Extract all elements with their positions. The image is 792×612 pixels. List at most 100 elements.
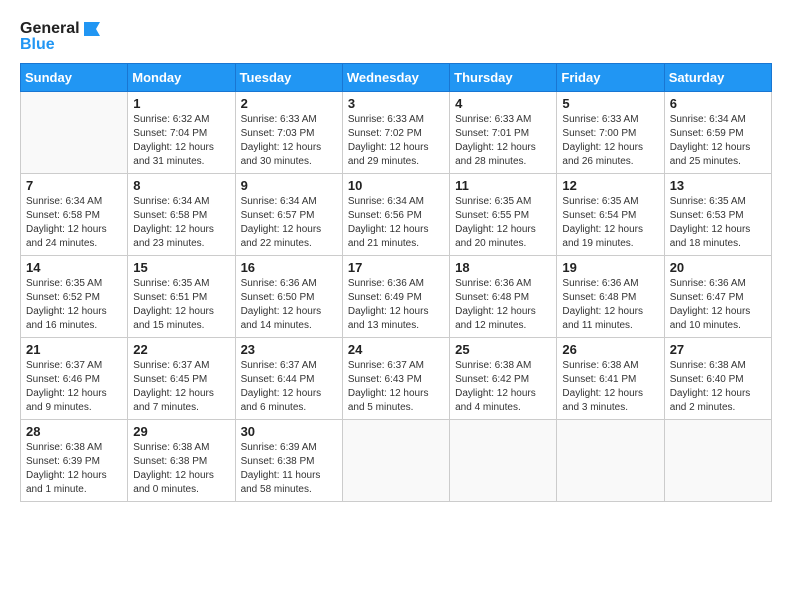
calendar-cell: 28Sunrise: 6:38 AM Sunset: 6:39 PM Dayli…: [21, 420, 128, 502]
column-header-saturday: Saturday: [664, 64, 771, 92]
logo-flag-icon: [82, 22, 100, 36]
logo-graphic: General Blue: [20, 20, 100, 53]
day-number: 1: [133, 96, 229, 111]
day-info: Sunrise: 6:37 AM Sunset: 6:46 PM Dayligh…: [26, 359, 122, 415]
day-info: Sunrise: 6:32 AM Sunset: 7:04 PM Dayligh…: [133, 113, 229, 169]
day-info: Sunrise: 6:35 AM Sunset: 6:51 PM Dayligh…: [133, 277, 229, 333]
calendar-cell: 22 Sunrise: 6:37 AM Sunset: 6:45 PM Dayli…: [128, 338, 235, 420]
day-info: Sunrise: 6:36 AM Sunset: 6:48 PM Dayligh…: [562, 277, 658, 333]
day-info: Sunrise: 6:34 AM Sunset: 6:58 PM Dayligh…: [133, 195, 229, 251]
day-info: Sunrise: 6:35 AM Sunset: 6:53 PM Dayligh…: [670, 195, 766, 251]
day-number: 9: [241, 178, 337, 193]
day-info: Sunrise: 6:36 AM Sunset: 6:50 PM Dayligh…: [241, 277, 337, 333]
day-number: 26: [562, 342, 658, 357]
calendar-cell: 13 Sunrise: 6:35 AM Sunset: 6:53 PM Dayli…: [664, 174, 771, 256]
page-header: General Blue: [20, 20, 772, 53]
calendar-cell: [21, 92, 128, 174]
day-info: Sunrise: 6:35 AM Sunset: 6:52 PM Dayligh…: [26, 277, 122, 333]
day-info: Sunrise: 6:34 AM Sunset: 6:56 PM Dayligh…: [348, 195, 444, 251]
day-number: 15: [133, 260, 229, 275]
calendar-cell: 29 Sunrise: 6:38 AM Sunset: 6:38 PM Dayli…: [128, 420, 235, 502]
day-number: 29: [133, 424, 229, 439]
day-info: Sunrise: 6:38 AM Sunset: 6:40 PM Dayligh…: [670, 359, 766, 415]
column-header-thursday: Thursday: [450, 64, 557, 92]
logo-text-blue: Blue: [20, 36, 100, 54]
day-info: Sunrise: 6:34 AM Sunset: 6:57 PM Dayligh…: [241, 195, 337, 251]
calendar-week-5: 28Sunrise: 6:38 AM Sunset: 6:39 PM Dayli…: [21, 420, 772, 502]
day-number: 21: [26, 342, 122, 357]
day-info: Sunrise: 6:38 AM Sunset: 6:39 PM Dayligh…: [26, 441, 122, 497]
calendar-table: SundayMondayTuesdayWednesdayThursdayFrid…: [20, 63, 772, 502]
column-header-wednesday: Wednesday: [342, 64, 449, 92]
calendar-cell: 26 Sunrise: 6:38 AM Sunset: 6:41 PM Dayli…: [557, 338, 664, 420]
calendar-cell: 18 Sunrise: 6:36 AM Sunset: 6:48 PM Dayli…: [450, 256, 557, 338]
calendar-cell: 11 Sunrise: 6:35 AM Sunset: 6:55 PM Dayli…: [450, 174, 557, 256]
calendar-cell: 1 Sunrise: 6:32 AM Sunset: 7:04 PM Daylig…: [128, 92, 235, 174]
day-number: 2: [241, 96, 337, 111]
day-number: 4: [455, 96, 551, 111]
calendar-cell: 25Sunrise: 6:38 AM Sunset: 6:42 PM Dayli…: [450, 338, 557, 420]
day-info: Sunrise: 6:37 AM Sunset: 6:45 PM Dayligh…: [133, 359, 229, 415]
calendar-cell: [664, 420, 771, 502]
calendar-week-2: 7Sunrise: 6:34 AM Sunset: 6:58 PM Daylig…: [21, 174, 772, 256]
calendar-cell: 12Sunrise: 6:35 AM Sunset: 6:54 PM Dayli…: [557, 174, 664, 256]
calendar-cell: 23 Sunrise: 6:37 AM Sunset: 6:44 PM Dayli…: [235, 338, 342, 420]
day-number: 23: [241, 342, 337, 357]
day-info: Sunrise: 6:36 AM Sunset: 6:49 PM Dayligh…: [348, 277, 444, 333]
calendar-cell: 15 Sunrise: 6:35 AM Sunset: 6:51 PM Dayli…: [128, 256, 235, 338]
calendar-cell: 5 Sunrise: 6:33 AM Sunset: 7:00 PM Daylig…: [557, 92, 664, 174]
day-number: 17: [348, 260, 444, 275]
column-header-friday: Friday: [557, 64, 664, 92]
calendar-cell: 14 Sunrise: 6:35 AM Sunset: 6:52 PM Dayli…: [21, 256, 128, 338]
day-info: Sunrise: 6:34 AM Sunset: 6:58 PM Dayligh…: [26, 195, 122, 251]
day-info: Sunrise: 6:38 AM Sunset: 6:42 PM Dayligh…: [455, 359, 551, 415]
day-info: Sunrise: 6:38 AM Sunset: 6:38 PM Dayligh…: [133, 441, 229, 497]
day-number: 30: [241, 424, 337, 439]
column-header-monday: Monday: [128, 64, 235, 92]
day-info: Sunrise: 6:34 AM Sunset: 6:59 PM Dayligh…: [670, 113, 766, 169]
day-number: 18: [455, 260, 551, 275]
calendar-week-3: 14 Sunrise: 6:35 AM Sunset: 6:52 PM Dayli…: [21, 256, 772, 338]
day-number: 20: [670, 260, 766, 275]
calendar-cell: [342, 420, 449, 502]
day-number: 22: [133, 342, 229, 357]
day-number: 27: [670, 342, 766, 357]
calendar-cell: 10 Sunrise: 6:34 AM Sunset: 6:56 PM Dayli…: [342, 174, 449, 256]
calendar-cell: 19 Sunrise: 6:36 AM Sunset: 6:48 PM Dayli…: [557, 256, 664, 338]
day-info: Sunrise: 6:38 AM Sunset: 6:41 PM Dayligh…: [562, 359, 658, 415]
calendar-cell: 21 Sunrise: 6:37 AM Sunset: 6:46 PM Dayli…: [21, 338, 128, 420]
day-number: 3: [348, 96, 444, 111]
day-number: 13: [670, 178, 766, 193]
day-number: 11: [455, 178, 551, 193]
calendar-cell: 30Sunrise: 6:39 AM Sunset: 6:38 PM Dayli…: [235, 420, 342, 502]
day-info: Sunrise: 6:33 AM Sunset: 7:01 PM Dayligh…: [455, 113, 551, 169]
day-number: 12: [562, 178, 658, 193]
column-header-sunday: Sunday: [21, 64, 128, 92]
day-number: 14: [26, 260, 122, 275]
calendar-cell: 3 Sunrise: 6:33 AM Sunset: 7:02 PM Daylig…: [342, 92, 449, 174]
day-info: Sunrise: 6:33 AM Sunset: 7:00 PM Dayligh…: [562, 113, 658, 169]
calendar-cell: 4 Sunrise: 6:33 AM Sunset: 7:01 PM Daylig…: [450, 92, 557, 174]
day-info: Sunrise: 6:33 AM Sunset: 7:02 PM Dayligh…: [348, 113, 444, 169]
calendar-cell: 7Sunrise: 6:34 AM Sunset: 6:58 PM Daylig…: [21, 174, 128, 256]
calendar-cell: 24Sunrise: 6:37 AM Sunset: 6:43 PM Dayli…: [342, 338, 449, 420]
calendar-cell: [450, 420, 557, 502]
day-info: Sunrise: 6:36 AM Sunset: 6:48 PM Dayligh…: [455, 277, 551, 333]
day-info: Sunrise: 6:33 AM Sunset: 7:03 PM Dayligh…: [241, 113, 337, 169]
calendar-cell: 27 Sunrise: 6:38 AM Sunset: 6:40 PM Dayli…: [664, 338, 771, 420]
calendar-cell: 17 Sunrise: 6:36 AM Sunset: 6:49 PM Dayli…: [342, 256, 449, 338]
day-info: Sunrise: 6:37 AM Sunset: 6:44 PM Dayligh…: [241, 359, 337, 415]
calendar-cell: 9 Sunrise: 6:34 AM Sunset: 6:57 PM Daylig…: [235, 174, 342, 256]
calendar-cell: 8 Sunrise: 6:34 AM Sunset: 6:58 PM Daylig…: [128, 174, 235, 256]
day-number: 10: [348, 178, 444, 193]
logo: General Blue: [20, 20, 100, 53]
day-number: 8: [133, 178, 229, 193]
calendar-week-1: 1 Sunrise: 6:32 AM Sunset: 7:04 PM Daylig…: [21, 92, 772, 174]
day-info: Sunrise: 6:36 AM Sunset: 6:47 PM Dayligh…: [670, 277, 766, 333]
day-number: 5: [562, 96, 658, 111]
day-info: Sunrise: 6:35 AM Sunset: 6:55 PM Dayligh…: [455, 195, 551, 251]
calendar-cell: 6Sunrise: 6:34 AM Sunset: 6:59 PM Daylig…: [664, 92, 771, 174]
day-number: 19: [562, 260, 658, 275]
column-header-tuesday: Tuesday: [235, 64, 342, 92]
day-number: 16: [241, 260, 337, 275]
